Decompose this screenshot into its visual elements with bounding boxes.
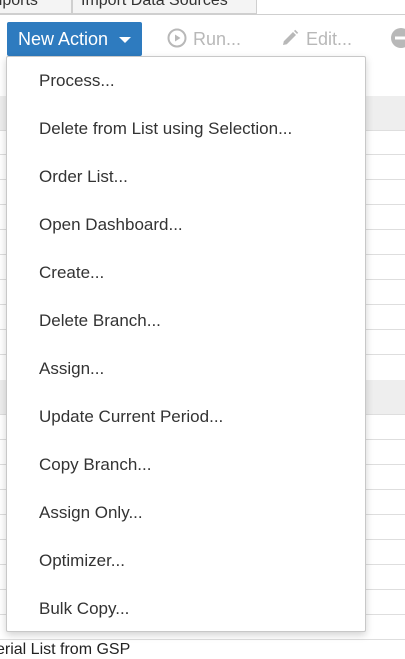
- toolbar: New Action Run... Edit...: [0, 16, 405, 58]
- row-divider: [0, 639, 405, 640]
- menu-item-create[interactable]: Create...: [7, 249, 365, 297]
- menu-item-open-dashboard[interactable]: Open Dashboard...: [7, 201, 365, 249]
- pencil-icon: [283, 30, 299, 46]
- menu-item-assign-only[interactable]: Assign Only...: [7, 489, 365, 537]
- tab-divider: [0, 14, 405, 15]
- menu-item-optimizer[interactable]: Optimizer...: [7, 537, 365, 585]
- tab-strip: mports Import Data Sources: [0, 0, 405, 15]
- grid-row-text[interactable]: erial List from GSP: [0, 641, 130, 659]
- run-label: Run...: [193, 29, 242, 49]
- new-action-label: New Action: [18, 29, 109, 49]
- minus-circle-icon: [391, 28, 405, 49]
- chevron-down-icon: [119, 37, 131, 43]
- play-circle-icon: [167, 28, 187, 48]
- menu-item-update-current-period[interactable]: Update Current Period...: [7, 393, 365, 441]
- tab-import-data-sources[interactable]: Import Data Sources: [72, 0, 257, 14]
- tab-imports[interactable]: mports: [0, 0, 72, 14]
- new-action-button[interactable]: New Action: [7, 22, 142, 56]
- run-button[interactable]: Run...: [167, 22, 241, 56]
- edit-button[interactable]: Edit...: [280, 22, 352, 56]
- menu-item-process[interactable]: Process...: [7, 57, 365, 105]
- menu-item-assign[interactable]: Assign...: [7, 345, 365, 393]
- new-action-dropdown-menu: Process... Delete from List using Select…: [6, 56, 366, 632]
- edit-label: Edit...: [306, 29, 353, 49]
- menu-item-delete-from-list[interactable]: Delete from List using Selection...: [7, 105, 365, 153]
- menu-item-copy-branch[interactable]: Copy Branch...: [7, 441, 365, 489]
- menu-item-order-list[interactable]: Order List...: [7, 153, 365, 201]
- more-button[interactable]: [390, 27, 405, 51]
- menu-item-delete-branch[interactable]: Delete Branch...: [7, 297, 365, 345]
- menu-item-bulk-copy[interactable]: Bulk Copy...: [7, 585, 365, 633]
